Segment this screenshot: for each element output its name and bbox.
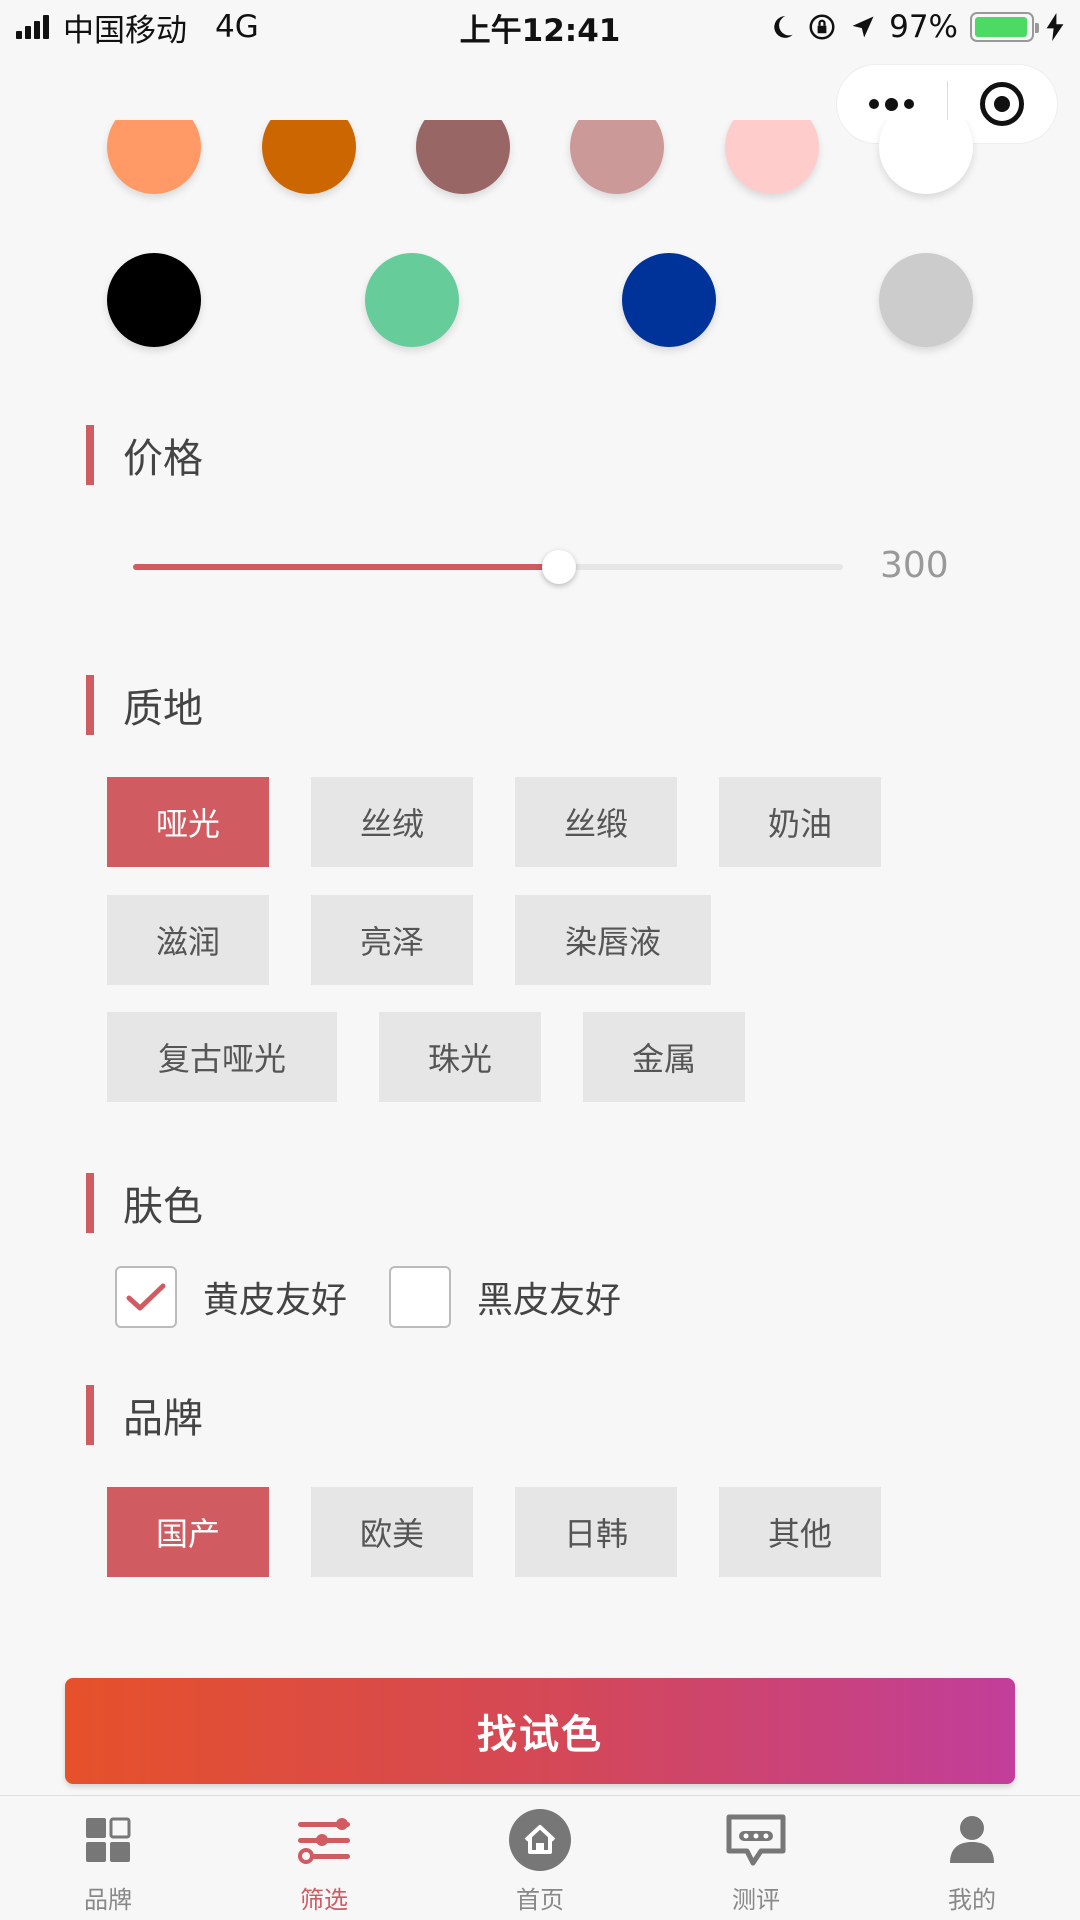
network-type: 4G: [215, 9, 259, 45]
texture-section-title: 质地: [86, 675, 203, 735]
checkbox-checked[interactable]: [115, 1266, 177, 1328]
tab-home[interactable]: 首页: [432, 1796, 648, 1920]
option-chip[interactable]: 珠光: [379, 1012, 541, 1102]
option-chip[interactable]: 日韩: [515, 1487, 677, 1577]
option-chip[interactable]: 复古哑光: [107, 1012, 337, 1102]
color-swatch[interactable]: [416, 120, 510, 194]
option-chip[interactable]: 欧美: [311, 1487, 473, 1577]
color-swatch-row-1: [0, 120, 1080, 210]
slider-thumb[interactable]: [542, 550, 576, 584]
status-bar: 中国移动 4G 上午12:41 97%: [0, 0, 1080, 54]
section-accent-bar: [86, 1173, 94, 1233]
battery-percent: 97%: [889, 9, 958, 45]
texture-title: 质地: [123, 686, 203, 732]
color-swatch[interactable]: [622, 253, 716, 347]
price-value: 300: [880, 545, 949, 586]
option-chip[interactable]: 染唇液: [515, 895, 711, 985]
color-swatch[interactable]: [725, 120, 819, 194]
color-swatch[interactable]: [879, 120, 973, 194]
charging-icon: [1046, 13, 1064, 41]
skin-title: 肤色: [123, 1184, 203, 1230]
tab-label: 筛选: [300, 1886, 348, 1914]
user-icon: [940, 1808, 1004, 1872]
color-swatch[interactable]: [570, 120, 664, 194]
color-swatch[interactable]: [107, 253, 201, 347]
bottom-tab-bar: 品牌 筛选 首页 测评 我的: [0, 1795, 1080, 1920]
grid-icon: [76, 1808, 140, 1872]
color-swatch[interactable]: [107, 120, 201, 194]
status-left: 中国移动 4G: [16, 5, 259, 50]
carrier-name: 中国移动: [63, 12, 187, 49]
comment-icon: [724, 1808, 788, 1872]
home-icon: [508, 1808, 572, 1872]
option-chip[interactable]: 丝绒: [311, 777, 473, 867]
status-right: 97%: [769, 9, 1064, 45]
checkbox-label: 黑皮友好: [477, 1280, 622, 1321]
color-swatch-row-2: [0, 253, 1080, 363]
color-swatch[interactable]: [879, 253, 973, 347]
skin-section-title: 肤色: [86, 1173, 203, 1233]
moon-icon: [774, 16, 793, 38]
section-accent-bar: [86, 675, 94, 735]
battery-icon: [970, 12, 1039, 42]
location-icon: [852, 16, 874, 38]
tab-grid[interactable]: 品牌: [0, 1796, 216, 1920]
signal-icon: [16, 15, 49, 39]
color-swatch[interactable]: [365, 253, 459, 347]
rotation-lock-icon: [809, 14, 835, 40]
color-swatch[interactable]: [262, 120, 356, 194]
tab-comment[interactable]: 测评: [648, 1796, 864, 1920]
price-title: 价格: [123, 436, 203, 482]
skin-checkbox-item[interactable]: 黄皮友好: [115, 1266, 347, 1328]
more-menu-icon[interactable]: [837, 97, 947, 111]
skin-checkbox-item[interactable]: 黑皮友好: [389, 1266, 621, 1328]
tab-label: 品牌: [84, 1886, 132, 1914]
tab-label: 测评: [732, 1886, 780, 1914]
option-chip[interactable]: 滋润: [107, 895, 269, 985]
section-accent-bar: [86, 1385, 94, 1445]
tab-sliders[interactable]: 筛选: [216, 1796, 432, 1920]
option-chip[interactable]: 金属: [583, 1012, 745, 1102]
option-chip[interactable]: 奶油: [719, 777, 881, 867]
option-chip-selected[interactable]: 国产: [107, 1487, 269, 1577]
tab-label: 我的: [948, 1886, 996, 1914]
checkbox-unchecked[interactable]: [389, 1266, 452, 1328]
tab-user[interactable]: 我的: [864, 1796, 1080, 1920]
option-chip[interactable]: 其他: [719, 1487, 881, 1577]
option-chip-selected[interactable]: 哑光: [107, 777, 269, 867]
slider-fill: [133, 564, 559, 570]
checkbox-label: 黄皮友好: [203, 1280, 348, 1321]
price-section-title: 价格: [86, 425, 203, 485]
option-chip[interactable]: 亮泽: [311, 895, 473, 985]
find-swatch-button[interactable]: 找试色: [65, 1678, 1015, 1784]
section-accent-bar: [86, 425, 94, 485]
brand-section-title: 品牌: [86, 1385, 203, 1445]
skin-options: 黄皮友好 黑皮友好: [115, 1266, 663, 1328]
tab-label: 首页: [516, 1886, 564, 1914]
sliders-icon: [292, 1808, 356, 1872]
price-slider[interactable]: [133, 548, 843, 588]
checkmark-icon: [126, 1283, 166, 1311]
option-chip[interactable]: 丝缎: [515, 777, 677, 867]
brand-title: 品牌: [123, 1396, 203, 1442]
